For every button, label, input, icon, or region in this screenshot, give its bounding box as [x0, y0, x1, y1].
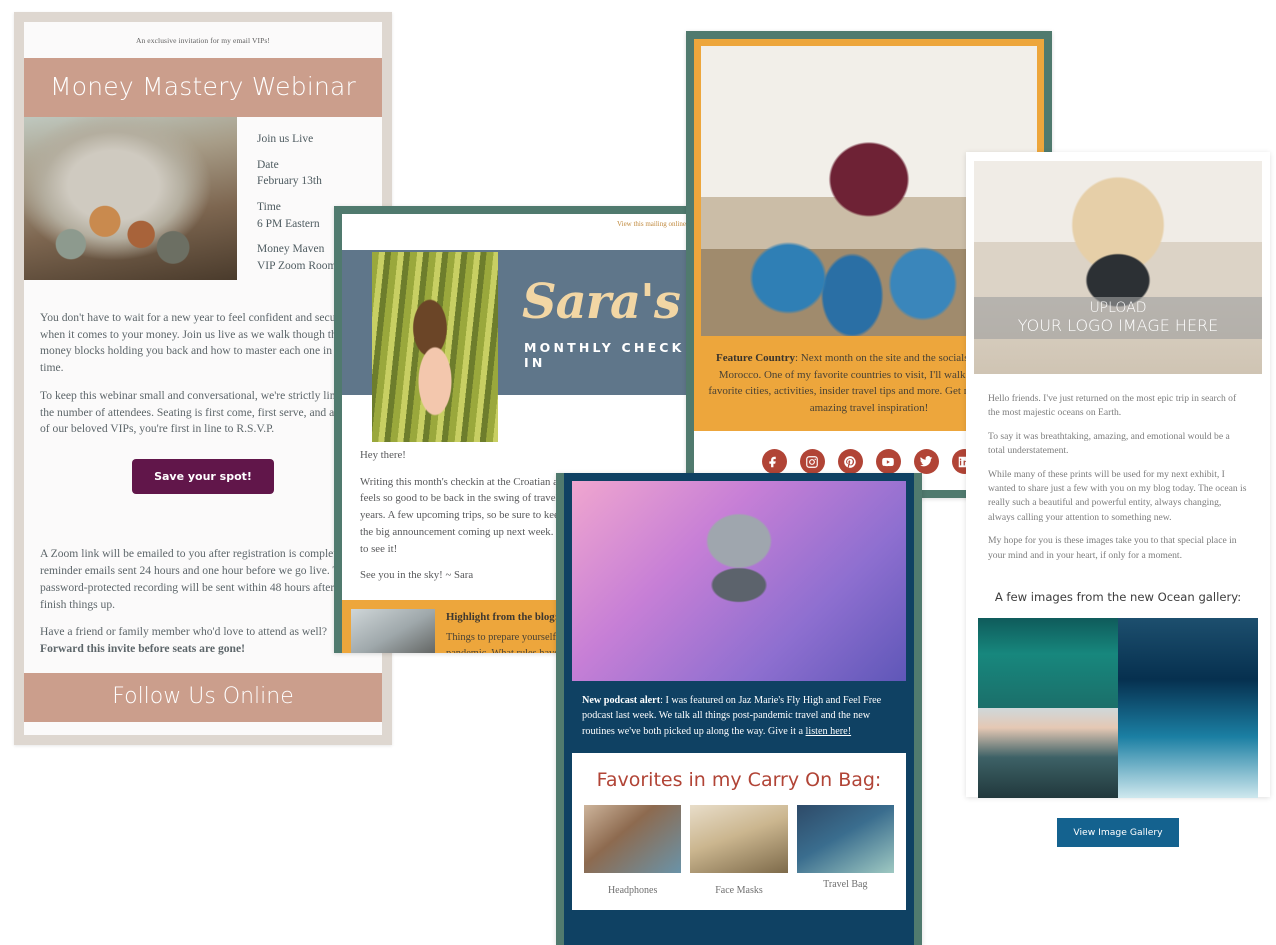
- ocean-image-grid: [978, 617, 1258, 798]
- webinar-cta-wrap: Save your spot!: [24, 453, 382, 504]
- template-gallery-canvas: An exclusive invitation for my email VIP…: [0, 0, 1276, 945]
- youtube-icon[interactable]: [875, 449, 901, 474]
- webinar-title: Money Mastery Webinar: [24, 58, 382, 117]
- webinar-paragraph-4: Have a friend or family member who'd lov…: [40, 624, 366, 658]
- podcast-inner: New podcast alert: I was featured on Jaz…: [564, 473, 914, 945]
- carry-item[interactable]: Travel Bag: [796, 804, 894, 896]
- webinar-follow-title: Follow Us Online: [24, 673, 382, 723]
- ocean-paragraph-2: To say it was breathtaking, amazing, and…: [988, 430, 1230, 457]
- sara-greeting: Hey there!: [360, 449, 406, 461]
- headphones-image: [584, 804, 682, 873]
- email-template-ocean-gallery[interactable]: UPLOAD YOUR LOGO IMAGE HERE Hello friend…: [966, 152, 1270, 847]
- webinar-join-label: Join us Live: [257, 133, 314, 145]
- ocean-image-2[interactable]: [1118, 617, 1258, 798]
- upload-label-line-2: YOUR LOGO IMAGE HERE: [1017, 315, 1219, 335]
- carry-on-items-row: Headphones Face Masks Travel Bag: [584, 804, 894, 896]
- view-image-gallery-button[interactable]: View Image Gallery: [1057, 817, 1179, 847]
- podcast-alert-block: New podcast alert: I was featured on Jaz…: [572, 681, 906, 753]
- carry-item[interactable]: Headphones: [584, 804, 682, 896]
- webinar-date-label: Date: [257, 158, 279, 171]
- carry-item-caption: Travel Bag: [823, 878, 868, 890]
- webinar-body-copy-top: You don't have to wait for a new year to…: [24, 294, 382, 454]
- webinar-time-label: Time: [257, 201, 281, 214]
- carry-item-caption: Face Masks: [715, 884, 763, 896]
- webinar-place-label: Money Maven: [257, 243, 325, 256]
- webinar-paragraph-4-lead: Have a friend or family member who'd lov…: [40, 625, 328, 639]
- webinar-spacer: [24, 504, 382, 530]
- webinar-inner: An exclusive invitation for my email VIP…: [24, 22, 382, 735]
- webinar-time-value: 6 PM Eastern: [257, 217, 320, 230]
- save-your-spot-button[interactable]: Save your spot!: [132, 459, 274, 495]
- sara-brand-subtitle: MONTHLY CHECK IN: [524, 340, 685, 370]
- ocean-paragraph-1: Hello friends. I've just returned on the…: [988, 393, 1237, 419]
- webinar-place-value: VIP Zoom Room: [257, 260, 337, 273]
- view-this-mailing-online-link[interactable]: View this mailing online: [342, 214, 696, 230]
- webinar-body-copy-bottom: A Zoom link will be emailed to you after…: [24, 530, 382, 673]
- logo-upload-placeholder[interactable]: UPLOAD YOUR LOGO IMAGE HERE: [974, 297, 1262, 339]
- coins-jar-image: [24, 117, 237, 280]
- sara-hero: Sara's MONTHLY CHECK IN: [342, 230, 696, 442]
- email-template-podcast-carry-on[interactable]: New podcast alert: I was featured on Jaz…: [556, 473, 922, 945]
- webinar-paragraph-3: A Zoom link will be emailed to you after…: [40, 547, 366, 611]
- ocean-paragraph-3: While many of these prints will be used …: [988, 468, 1247, 523]
- webinar-preheader: An exclusive invitation for my email VIP…: [135, 36, 271, 45]
- webinar-paragraph-1: You don't have to wait for a new year to…: [40, 310, 363, 375]
- podcast-listen-link[interactable]: listen here!: [806, 726, 852, 737]
- morocco-feature-label: Feature Country: [716, 352, 795, 364]
- webinar-hero-row: Join us Live Date February 13th Time 6 P…: [24, 117, 382, 294]
- upload-label-line-1: UPLOAD: [1089, 300, 1147, 317]
- webinar-social-row: [24, 722, 382, 735]
- webinar-forward-invite-text: Forward this invite before seats are gon…: [40, 642, 246, 656]
- twitter-icon[interactable]: [913, 449, 939, 474]
- webinar-date: Date February 13th: [257, 157, 372, 190]
- travel-bag-image: [796, 804, 894, 873]
- ocean-cta-wrap: View Image Gallery: [972, 798, 1264, 853]
- webinar-paragraph-2: To keep this webinar small and conversat…: [40, 388, 361, 436]
- sara-brand-script: Sara's: [522, 274, 681, 330]
- carry-on-section: Favorites in my Carry On Bag: Headphones…: [572, 752, 906, 910]
- ocean-body: Hello friends. I've just returned on the…: [972, 374, 1264, 580]
- webinar-date-value: February 13th: [257, 175, 322, 188]
- face-masks-image: [690, 804, 788, 873]
- photographer-with-camera-image: [974, 161, 1262, 374]
- microphone-image: [572, 481, 906, 681]
- woman-with-camera-image: [372, 252, 498, 442]
- ocean-gallery-title: A few images from the new Ocean gallery:: [994, 589, 1242, 604]
- ocean-hero: UPLOAD YOUR LOGO IMAGE HERE: [974, 161, 1262, 374]
- ocean-paragraph-4: My hope for you is these images take you…: [988, 535, 1237, 561]
- airport-window-image: [351, 609, 435, 653]
- instagram-icon[interactable]: [799, 449, 825, 474]
- podcast-alert-label: New podcast alert: [582, 695, 661, 706]
- carry-item-caption: Headphones: [607, 884, 658, 896]
- carry-item[interactable]: Face Masks: [690, 804, 788, 896]
- pinterest-icon[interactable]: [837, 449, 863, 474]
- carry-on-title: Favorites in my Carry On Bag:: [596, 768, 882, 791]
- ocean-image-1[interactable]: [978, 617, 1118, 708]
- ocean-image-3[interactable]: [978, 707, 1118, 798]
- facebook-icon[interactable]: [761, 449, 787, 474]
